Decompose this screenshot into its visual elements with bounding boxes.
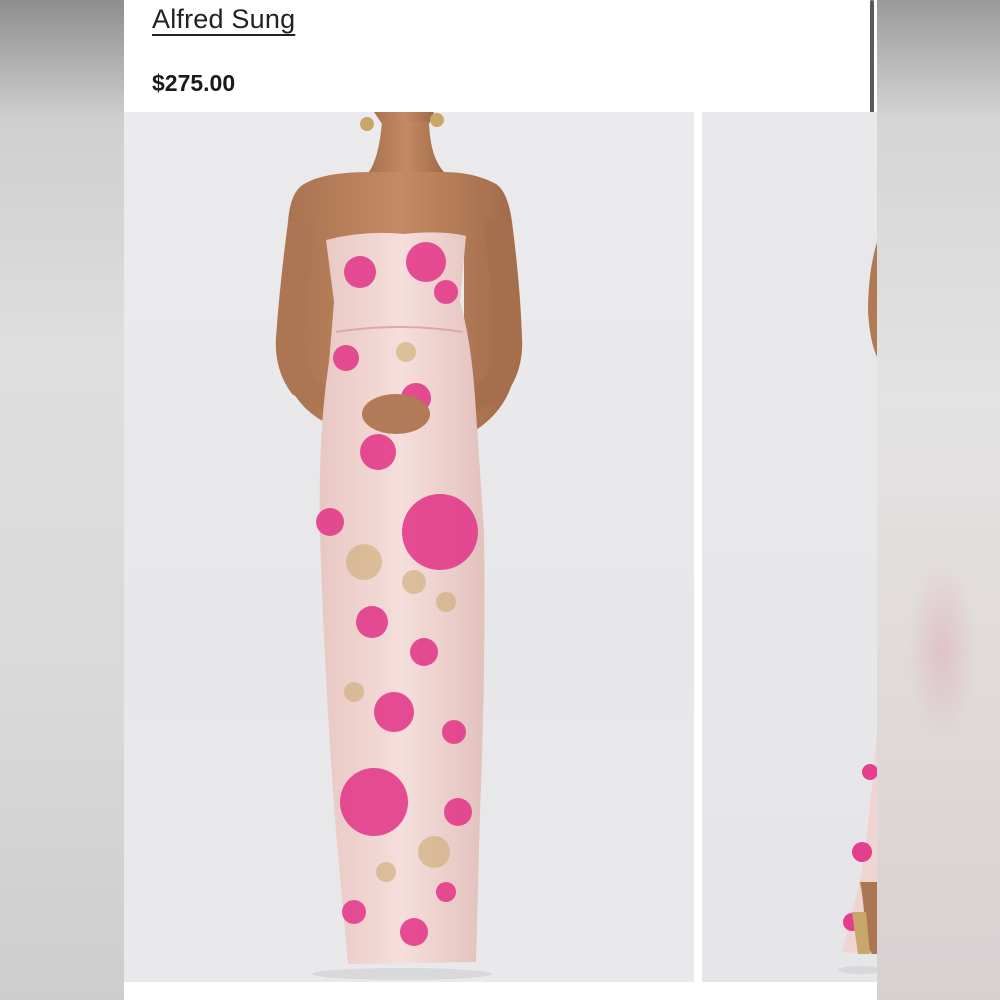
screenshot-frame: Alfred Sung $275.00	[0, 0, 1000, 1000]
earring-right-icon	[430, 113, 444, 127]
product-page: Alfred Sung $275.00	[124, 0, 877, 1000]
blurred-background-left	[0, 0, 124, 1000]
product-photo-front[interactable]	[124, 112, 694, 982]
image-gallery[interactable]	[124, 112, 877, 984]
model-illustration-side	[838, 242, 877, 974]
model-illustration-front	[275, 112, 523, 980]
product-header: Alfred Sung $275.00	[124, 0, 877, 116]
brand-link[interactable]: Alfred Sung	[152, 4, 295, 35]
dress-shape	[319, 232, 485, 964]
product-price: $275.00	[152, 70, 236, 96]
scrollbar[interactable]	[870, 0, 874, 116]
page-bottom	[124, 984, 877, 1000]
earring-left-icon	[360, 117, 374, 131]
product-photo-side[interactable]	[702, 112, 877, 982]
blurred-background-right	[877, 0, 1000, 1000]
